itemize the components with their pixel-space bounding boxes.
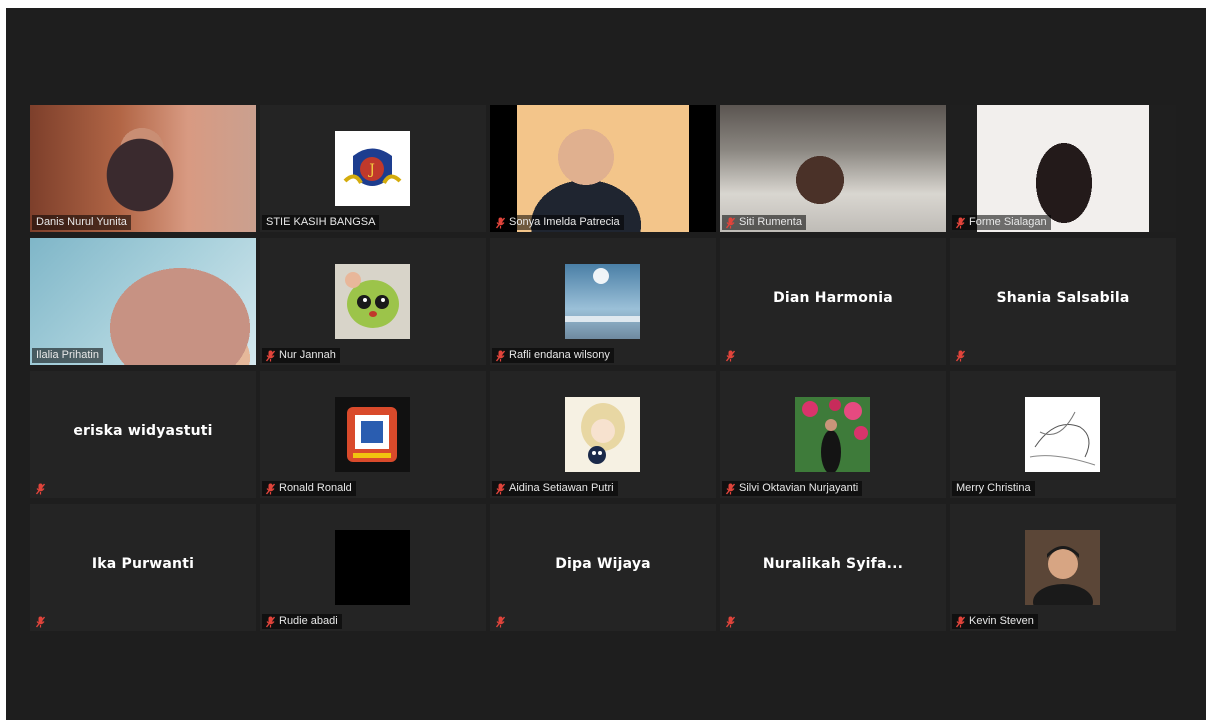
participant-name-label	[32, 614, 53, 629]
participant-name: Merry Christina	[956, 482, 1031, 494]
participant-display-name: Dipa Wijaya	[555, 556, 651, 572]
mic-muted-icon	[266, 616, 275, 628]
participant-name-label	[492, 614, 513, 629]
participant-tile[interactable]: Ronald Ronald	[260, 371, 486, 498]
participant-name: Ilalia Prihatin	[36, 349, 99, 361]
profile-picture	[1025, 530, 1100, 620]
participant-video	[950, 105, 1176, 232]
participant-name: Aidina Setiawan Putri	[509, 482, 614, 494]
svg-text:J: J	[367, 162, 375, 178]
participant-display-name: Ika Purwanti	[91, 556, 195, 572]
profile-picture	[335, 264, 410, 339]
participant-name: Siti Rumenta	[739, 216, 802, 228]
mic-muted-icon	[36, 483, 45, 495]
profile-picture	[335, 530, 410, 605]
participant-tile[interactable]: Aidina Setiawan Putri	[490, 371, 716, 498]
participant-tile[interactable]: Rudie abadi	[260, 504, 486, 631]
participant-display-name: eriska widyastuti	[73, 423, 213, 439]
participant-name-label: Ronald Ronald	[262, 481, 356, 496]
mic-muted-icon	[36, 616, 45, 628]
participant-tile[interactable]: Dian Harmonia	[720, 238, 946, 365]
participant-tile[interactable]: Merry Christina	[950, 371, 1176, 498]
participant-tile[interactable]: Danis Nurul Yunita	[30, 105, 256, 232]
participant-name-label: Aidina Setiawan Putri	[492, 481, 618, 496]
participant-name: STIE KASIH BANGSA	[266, 216, 376, 228]
participant-name: Rafli endana wilsony	[509, 349, 610, 361]
participant-tile[interactable]: Siti Rumenta	[720, 105, 946, 232]
participant-name-label: Merry Christina	[952, 481, 1035, 496]
profile-picture	[795, 397, 870, 474]
participant-name-label: Nur Jannah	[262, 348, 340, 363]
profile-picture	[565, 264, 640, 339]
participant-name: Silvi Oktavian Nurjayanti	[739, 482, 859, 494]
mic-muted-icon	[266, 483, 275, 495]
participant-display-name: Nuralikah Syifa...	[762, 556, 904, 572]
participant-name-label: Sonya Imelda Patrecia	[492, 215, 624, 230]
participant-tile[interactable]: Nur Jannah	[260, 238, 486, 365]
mic-muted-icon	[726, 483, 735, 495]
participant-name-label: Kevin Steven	[952, 614, 1038, 629]
participant-name-label: STIE KASIH BANGSA	[262, 215, 380, 230]
participant-name-label	[722, 614, 743, 629]
participant-name: Rudie abadi	[279, 615, 338, 627]
participant-name-label: Rafli endana wilsony	[492, 348, 614, 363]
participant-tile[interactable]: Forme Sialagan	[950, 105, 1176, 232]
participant-video	[720, 105, 946, 232]
participant-display-name: Shania Salsabila	[996, 290, 1130, 306]
mic-muted-icon	[496, 483, 505, 495]
mic-muted-icon	[726, 217, 735, 229]
participant-name-label	[32, 481, 53, 496]
participant-name-label: Siti Rumenta	[722, 215, 806, 230]
mic-muted-icon	[726, 616, 735, 628]
participant-display-name: Dian Harmonia	[773, 290, 893, 306]
participant-tile[interactable]: Kevin Steven	[950, 504, 1176, 631]
participant-video	[490, 105, 716, 232]
participant-tile[interactable]: Ilalia Prihatin	[30, 238, 256, 365]
mic-muted-icon	[266, 350, 275, 362]
participant-name: Danis Nurul Yunita	[36, 216, 127, 228]
mic-muted-icon	[496, 217, 505, 229]
participant-video	[30, 238, 256, 365]
profile-picture	[1025, 397, 1100, 472]
mic-muted-icon	[956, 616, 965, 628]
mic-muted-icon	[496, 350, 505, 362]
participant-name: Nur Jannah	[279, 349, 336, 361]
participant-tile[interactable]: Ika Purwanti	[30, 504, 256, 631]
participant-tile[interactable]: Shania Salsabila	[950, 238, 1176, 365]
participant-name-label: Forme Sialagan	[952, 215, 1051, 230]
profile-picture	[565, 397, 640, 472]
participant-name-label	[952, 348, 973, 363]
participant-tile[interactable]: Silvi Oktavian Nurjayanti	[720, 371, 946, 498]
participant-name-label: Rudie abadi	[262, 614, 342, 629]
profile-picture: J	[335, 131, 410, 206]
mic-muted-icon	[496, 616, 505, 628]
participant-name: Kevin Steven	[969, 615, 1034, 627]
participant-name: Forme Sialagan	[969, 216, 1047, 228]
profile-picture	[335, 397, 410, 472]
participant-tile[interactable]: Rafli endana wilsony	[490, 238, 716, 365]
participant-tile[interactable]: Sonya Imelda Patrecia	[490, 105, 716, 232]
mic-muted-icon	[726, 350, 735, 362]
participant-name-label	[722, 348, 743, 363]
participant-name: Ronald Ronald	[279, 482, 352, 494]
participant-tile[interactable]: J STIE KASIH BANGSA	[260, 105, 486, 232]
participant-tile[interactable]: eriska widyastuti	[30, 371, 256, 498]
participant-tile[interactable]: Nuralikah Syifa...	[720, 504, 946, 631]
participant-name-label: Danis Nurul Yunita	[32, 215, 131, 230]
participant-video	[30, 105, 256, 232]
mic-muted-icon	[956, 350, 965, 362]
participant-name: Sonya Imelda Patrecia	[509, 216, 620, 228]
mic-muted-icon	[956, 217, 965, 229]
participant-name-label: Ilalia Prihatin	[32, 348, 103, 363]
participant-tile[interactable]: Dipa Wijaya	[490, 504, 716, 631]
video-gallery: Danis Nurul Yunita J STIE KASIH BANGSA Sony…	[6, 8, 1206, 720]
participant-name-label: Silvi Oktavian Nurjayanti	[722, 481, 863, 496]
